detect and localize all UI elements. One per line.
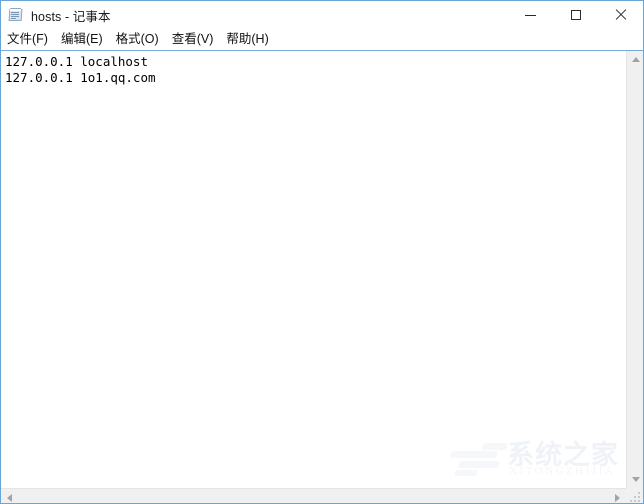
minimize-icon: [525, 14, 536, 16]
window-title: hosts - 记事本: [31, 9, 111, 24]
window-controls: [508, 1, 643, 29]
menu-item-edit[interactable]: 编辑(E): [61, 29, 103, 50]
scroll-right-button[interactable]: [609, 489, 626, 503]
menu-item-view[interactable]: 查看(V): [172, 29, 214, 50]
scroll-right-arrow-icon: [615, 493, 620, 502]
scroll-left-arrow-icon: [7, 493, 12, 502]
scroll-left-button[interactable]: [1, 489, 18, 503]
notepad-window: hosts - 记事本 文件(F) 编辑(E) 格式(O) 查看(V) 帮助(H…: [0, 0, 644, 504]
scroll-up-button[interactable]: [627, 51, 643, 68]
minimize-button[interactable]: [508, 1, 553, 29]
close-button[interactable]: [598, 1, 643, 29]
title-bar[interactable]: hosts - 记事本: [1, 1, 643, 29]
text-editor[interactable]: 127.0.0.1 localhost 127.0.0.1 1o1.qq.com: [1, 51, 626, 488]
title-bar-left: hosts - 记事本: [1, 6, 508, 25]
menu-item-format[interactable]: 格式(O): [116, 29, 159, 50]
menu-item-help[interactable]: 帮助(H): [226, 29, 268, 50]
scroll-down-arrow-icon: [631, 477, 640, 482]
scrollbar-corner: [626, 488, 643, 503]
maximize-icon: [570, 10, 581, 20]
close-icon: [615, 9, 627, 21]
notepad-icon: [8, 7, 24, 23]
scroll-down-button[interactable]: [627, 471, 643, 488]
text-line: 127.0.0.1 localhost: [5, 54, 148, 69]
horizontal-scrollbar[interactable]: [1, 488, 626, 503]
text-line: 127.0.0.1 1o1.qq.com: [5, 70, 156, 85]
editor-area: 127.0.0.1 localhost 127.0.0.1 1o1.qq.com…: [1, 51, 643, 503]
resize-grip-icon[interactable]: [630, 492, 641, 503]
vertical-scrollbar[interactable]: [626, 51, 643, 488]
menu-item-file[interactable]: 文件(F): [7, 29, 48, 50]
menu-bar: 文件(F) 编辑(E) 格式(O) 查看(V) 帮助(H): [1, 29, 643, 51]
maximize-button[interactable]: [553, 1, 598, 29]
scroll-up-arrow-icon: [631, 57, 640, 62]
